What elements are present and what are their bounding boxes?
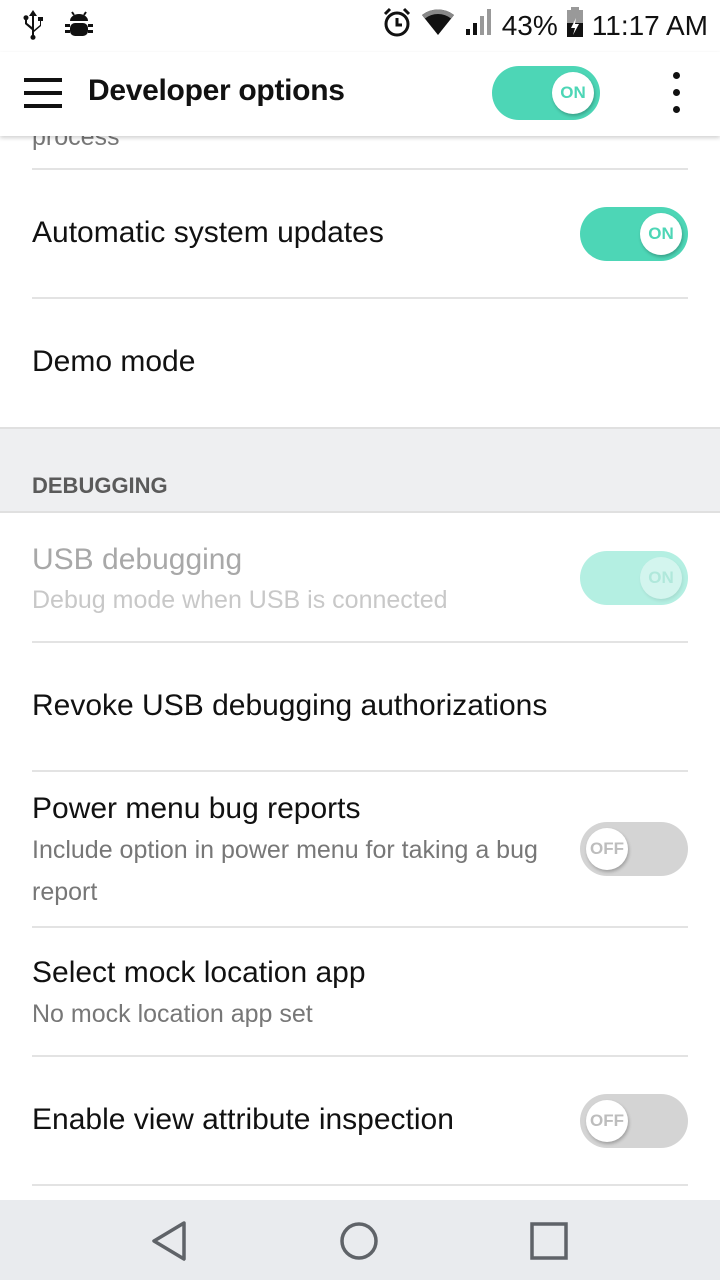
list-item-demo-mode[interactable]: Demo mode <box>0 299 720 427</box>
toggle-state-label: ON <box>640 557 682 599</box>
home-icon <box>340 1222 378 1260</box>
item-subtitle: process <box>32 136 120 151</box>
settings-list: process Automatic system updates ON Demo… <box>0 136 720 1200</box>
navigation-bar <box>0 1200 720 1280</box>
item-title: Enable view attribute inspection <box>32 1103 454 1136</box>
signal-icon <box>464 7 494 44</box>
item-title: Select mock location app <box>32 956 366 989</box>
item-title: Automatic system updates <box>32 216 384 249</box>
item-subtitle: Include option in power menu for taking … <box>32 836 538 906</box>
item-title: Demo mode <box>32 345 196 378</box>
view-attribute-inspection-toggle[interactable]: OFF <box>580 1094 688 1148</box>
section-title: DEBUGGING <box>32 473 168 498</box>
developer-options-master-toggle[interactable]: ON <box>492 66 600 120</box>
item-title: Revoke USB debugging authorizations <box>32 689 548 722</box>
status-bar: 43% 11:17 AM <box>0 0 720 52</box>
toggle-state-label: ON <box>552 72 594 114</box>
list-item-usb-debugging[interactable]: USB debugging Debug mode when USB is con… <box>0 513 720 641</box>
more-options-icon[interactable] <box>666 72 686 116</box>
page-title: Developer options <box>88 74 345 107</box>
toggle-state-label: OFF <box>586 1100 628 1142</box>
back-button[interactable] <box>146 1216 196 1266</box>
item-subtitle: Debug mode when USB is connected <box>32 586 448 614</box>
divider <box>32 1184 688 1186</box>
battery-charging-icon <box>566 6 584 45</box>
usb-debugging-toggle[interactable]: ON <box>580 551 688 605</box>
list-item-automatic-system-updates[interactable]: Automatic system updates ON <box>0 170 720 298</box>
toggle-state-label: ON <box>640 213 682 255</box>
alarm-icon <box>382 6 412 45</box>
power-menu-bug-reports-toggle[interactable]: OFF <box>580 822 688 876</box>
automatic-system-updates-toggle[interactable]: ON <box>580 207 688 261</box>
wifi-icon <box>420 7 456 44</box>
clock: 11:17 AM <box>591 9 708 41</box>
item-title: Power menu bug reports <box>32 792 361 825</box>
list-item-partial[interactable]: process <box>0 136 720 170</box>
item-title: USB debugging <box>32 543 243 576</box>
home-button[interactable] <box>334 1216 384 1266</box>
hamburger-menu-icon[interactable] <box>24 78 62 108</box>
section-header-debugging: DEBUGGING <box>0 427 720 513</box>
usb-icon <box>20 8 46 45</box>
app-bar: Developer options ON <box>0 52 720 136</box>
toggle-state-label: OFF <box>586 828 628 870</box>
list-item-revoke-usb-debugging[interactable]: Revoke USB debugging authorizations <box>0 643 720 771</box>
back-icon <box>152 1221 186 1261</box>
list-item-enable-view-attribute-inspection[interactable]: Enable view attribute inspection OFF <box>0 1057 720 1185</box>
recents-icon <box>530 1222 568 1260</box>
item-subtitle: No mock location app set <box>32 1000 313 1028</box>
list-item-select-mock-location-app[interactable]: Select mock location app No mock locatio… <box>0 928 720 1056</box>
battery-percent: 43% <box>501 9 558 41</box>
android-debug-icon <box>64 8 94 45</box>
list-item-power-menu-bug-reports[interactable]: Power menu bug reports Include option in… <box>0 772 720 926</box>
recents-button[interactable] <box>524 1216 574 1266</box>
